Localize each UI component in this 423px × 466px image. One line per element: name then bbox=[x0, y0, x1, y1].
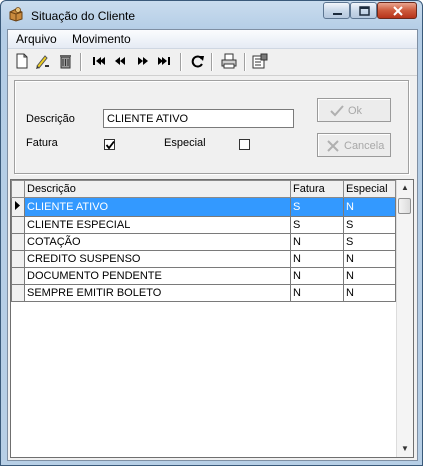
table-row[interactable]: CLIENTE ESPECIAL S S bbox=[11, 216, 396, 234]
row-indicator-header bbox=[11, 180, 25, 198]
cell-especial[interactable]: N bbox=[343, 250, 396, 268]
edit-icon[interactable] bbox=[34, 53, 50, 69]
maximize-icon bbox=[359, 6, 370, 16]
cancel-button-label: Cancela bbox=[344, 140, 385, 152]
fatura-label: Fatura bbox=[26, 137, 58, 149]
close-icon bbox=[393, 6, 403, 16]
especial-label: Especial bbox=[164, 137, 206, 149]
toolbar-separator bbox=[180, 53, 182, 71]
new-icon[interactable] bbox=[14, 53, 30, 69]
scroll-thumb[interactable] bbox=[398, 198, 411, 214]
table-row[interactable]: SEMPRE EMITIR BOLETO N N bbox=[11, 284, 396, 302]
table-row[interactable]: COTAÇÃO N S bbox=[11, 233, 396, 251]
table-row[interactable]: CLIENTE ATIVO S N bbox=[11, 197, 396, 217]
cell-especial[interactable]: N bbox=[343, 284, 396, 302]
close-button[interactable] bbox=[377, 2, 417, 19]
current-row-arrow-icon bbox=[15, 201, 20, 210]
row-indicator bbox=[11, 197, 25, 217]
cancel-button[interactable]: Cancela bbox=[317, 133, 391, 157]
descricao-input[interactable] bbox=[103, 109, 294, 128]
cell-descricao[interactable]: CLIENTE ATIVO bbox=[24, 197, 291, 217]
next-record-icon[interactable] bbox=[135, 53, 151, 69]
refresh-icon[interactable] bbox=[190, 53, 206, 69]
menu-arquivo[interactable]: Arquivo bbox=[16, 32, 57, 46]
cancel-icon bbox=[327, 140, 339, 152]
cell-descricao[interactable]: CREDITO SUSPENSO bbox=[24, 250, 291, 268]
first-record-icon[interactable] bbox=[90, 53, 106, 69]
cell-descricao[interactable]: DOCUMENTO PENDENTE bbox=[24, 267, 291, 285]
menu-bar: Arquivo Movimento bbox=[8, 30, 417, 49]
toolbar bbox=[8, 49, 417, 76]
cell-fatura[interactable]: N bbox=[290, 233, 344, 251]
cell-descricao[interactable]: COTAÇÃO bbox=[24, 233, 291, 251]
cell-descricao[interactable]: SEMPRE EMITIR BOLETO bbox=[24, 284, 291, 302]
minimize-button[interactable] bbox=[323, 2, 350, 19]
cell-fatura[interactable]: S bbox=[290, 216, 344, 234]
ok-button-label: Ok bbox=[348, 105, 363, 117]
table-row[interactable]: DOCUMENTO PENDENTE N N bbox=[11, 267, 396, 285]
row-indicator bbox=[11, 284, 25, 302]
previous-record-icon[interactable] bbox=[112, 53, 128, 69]
minimize-icon bbox=[333, 13, 342, 15]
data-grid[interactable]: Descrição Fatura Especial CLIENTE ATIVO … bbox=[10, 179, 414, 458]
scroll-up-icon[interactable]: ▲ bbox=[397, 180, 413, 196]
cell-especial[interactable]: S bbox=[343, 216, 396, 234]
menu-movimento[interactable]: Movimento bbox=[72, 32, 131, 46]
toolbar-separator bbox=[211, 53, 213, 71]
grid-header-row: Descrição Fatura Especial bbox=[11, 180, 396, 198]
vertical-scrollbar[interactable]: ▲ ▼ bbox=[396, 180, 413, 457]
especial-checkbox[interactable] bbox=[239, 139, 250, 150]
row-indicator bbox=[11, 233, 25, 251]
app-window: Situação do Cliente Arquivo Movimento De… bbox=[0, 0, 423, 466]
title-bar[interactable]: Situação do Cliente bbox=[1, 1, 422, 29]
fatura-checkbox[interactable] bbox=[104, 139, 115, 150]
grid-table: Descrição Fatura Especial CLIENTE ATIVO … bbox=[11, 180, 396, 302]
app-icon bbox=[9, 7, 23, 22]
cell-especial[interactable]: N bbox=[343, 267, 396, 285]
properties-icon[interactable] bbox=[252, 53, 268, 69]
window-title: Situação do Cliente bbox=[31, 9, 136, 23]
cell-fatura[interactable]: N bbox=[290, 284, 344, 302]
column-header-fatura[interactable]: Fatura bbox=[290, 180, 344, 198]
cell-fatura[interactable]: N bbox=[290, 267, 344, 285]
row-indicator bbox=[11, 250, 25, 268]
print-icon[interactable] bbox=[221, 53, 237, 69]
form-panel: Descrição Fatura Especial Ok Cancela bbox=[8, 76, 417, 176]
column-header-especial[interactable]: Especial bbox=[343, 180, 396, 198]
column-header-descricao[interactable]: Descrição bbox=[24, 180, 291, 198]
cell-especial[interactable]: S bbox=[343, 233, 396, 251]
row-indicator bbox=[11, 267, 25, 285]
descricao-label: Descrição bbox=[26, 113, 75, 125]
scroll-down-icon[interactable]: ▼ bbox=[397, 441, 413, 457]
toolbar-separator bbox=[244, 53, 246, 71]
toolbar-separator bbox=[80, 53, 82, 71]
table-row[interactable]: CREDITO SUSPENSO N N bbox=[11, 250, 396, 268]
window-client-area: Arquivo Movimento Descrição Fatura bbox=[7, 29, 418, 461]
checkmark-icon bbox=[105, 140, 115, 150]
delete-icon[interactable] bbox=[57, 53, 73, 69]
ok-button[interactable]: Ok bbox=[317, 98, 391, 122]
last-record-icon[interactable] bbox=[157, 53, 173, 69]
maximize-button[interactable] bbox=[350, 2, 377, 19]
cell-descricao[interactable]: CLIENTE ESPECIAL bbox=[24, 216, 291, 234]
cell-especial[interactable]: N bbox=[343, 197, 396, 217]
check-icon bbox=[330, 105, 344, 117]
cell-fatura[interactable]: S bbox=[290, 197, 344, 217]
cell-fatura[interactable]: N bbox=[290, 250, 344, 268]
row-indicator bbox=[11, 216, 25, 234]
